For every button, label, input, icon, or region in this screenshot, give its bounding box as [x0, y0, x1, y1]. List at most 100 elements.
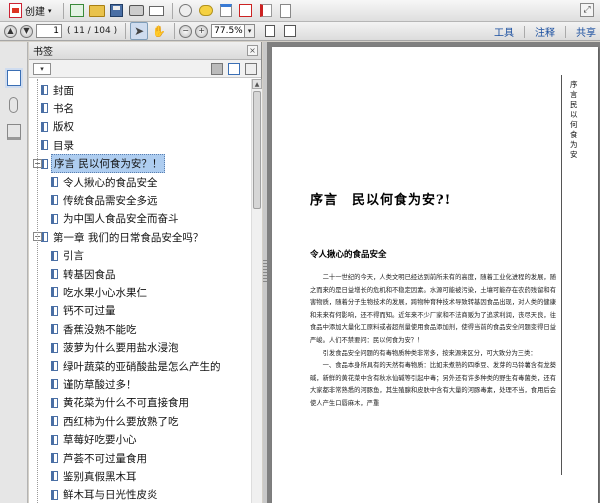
minus-icon: −	[182, 26, 189, 35]
bookmark-label: 香蕉没熟不能吃	[63, 323, 137, 336]
bookmark-tree: 封面 书名 版权 目录 序言 民以何食为安？！ − 令人揪心的食品安全 传统食品需安全多远 为中…	[29, 79, 251, 503]
zoom-level-input[interactable]	[211, 24, 246, 38]
form-button[interactable]	[277, 2, 295, 20]
zoom-out-button[interactable]: −	[179, 24, 193, 38]
panel-header: 书签 ×	[29, 42, 261, 60]
bookmark-item[interactable]: 鉴别真假黑木耳	[51, 467, 139, 485]
secure-button[interactable]	[257, 2, 275, 20]
attachment-paperclip-icon[interactable]	[9, 97, 18, 113]
hand-tool-button[interactable]: ✋	[150, 22, 168, 40]
plus-icon: +	[198, 26, 205, 35]
tools-link[interactable]: 工具	[494, 24, 514, 39]
gear-icon	[179, 4, 193, 17]
previous-page-button[interactable]: ▲	[4, 24, 17, 38]
bookmark-item[interactable]: 第一章 我们的日常食品安全吗？	[41, 228, 205, 246]
bookmark-options-button[interactable]: ▾	[33, 62, 51, 75]
scrollbar-thumb[interactable]	[253, 91, 261, 209]
bookmark-item[interactable]: 版权	[41, 118, 76, 136]
delete-bookmark-icon[interactable]	[211, 63, 223, 75]
scroll-up-icon[interactable]: ▲	[252, 79, 262, 89]
section-heading: 令人揪心的食品安全	[310, 250, 387, 260]
bookmark-icon	[51, 397, 58, 408]
bookmark-item[interactable]: 引言	[51, 247, 86, 265]
bookmark-icon	[51, 195, 58, 206]
close-icon: ×	[249, 46, 256, 55]
close-panel-button[interactable]: ×	[247, 45, 258, 56]
select-tool-button[interactable]: ➤	[130, 22, 149, 40]
bookmark-label: 绿叶蔬菜的亚硝酸盐是怎么产生的	[63, 360, 221, 373]
bookmark-label: 黄花菜为什么不可直接食用	[63, 397, 189, 410]
bookmark-item[interactable]: 绿叶蔬菜的亚硝酸盐是怎么产生的	[51, 357, 223, 375]
body-paragraph: 一、食品本身所具有的天然有毒物质：比如未煮熟的四季豆、发芽的马铃薯含有龙葵碱，新…	[310, 362, 556, 407]
bookmark-item[interactable]: 传统食品需安全多远	[51, 191, 160, 209]
bookmark-item[interactable]: 菠萝为什么要用盐水浸泡	[51, 339, 181, 357]
new-bookmark-icon[interactable]	[228, 63, 240, 75]
bookmark-label: 第一章 我们的日常食品安全吗？	[53, 231, 204, 244]
create-label: 创建	[25, 7, 45, 18]
bookmarks-scrollbar[interactable]: ▲	[251, 79, 262, 503]
fit-page-button[interactable]	[261, 22, 279, 40]
fit-width-button[interactable]	[281, 22, 299, 40]
toolbar-divider	[125, 23, 127, 39]
bookmark-icon	[51, 324, 58, 335]
bookmark-label: 序言 民以何食为安？！	[51, 154, 166, 174]
bookmark-item[interactable]: 转基因食品	[51, 265, 118, 283]
bookmark-icon	[41, 232, 48, 243]
signature-icon[interactable]	[7, 124, 21, 140]
cursor-arrow-icon: ➤	[134, 24, 145, 38]
bookmark-item[interactable]: 书名	[41, 99, 76, 117]
arrow-up-icon: ▲	[7, 26, 14, 35]
bookmark-icon	[41, 103, 48, 114]
bookmark-item[interactable]: 令人揪心的食品安全	[51, 173, 160, 191]
email-button[interactable]	[148, 2, 166, 20]
bookmark-label: 菠萝为什么要用盐水浸泡	[63, 342, 179, 355]
comment-button[interactable]	[197, 2, 215, 20]
open-button[interactable]	[88, 2, 106, 20]
zoom-dropdown-button[interactable]: ▾	[245, 24, 256, 38]
chevron-down-icon: ▾	[48, 6, 52, 15]
next-page-button[interactable]: ▼	[20, 24, 33, 38]
bookmark-icon	[41, 140, 48, 151]
bookmark-icon	[51, 416, 58, 427]
share-link[interactable]: 共享	[576, 24, 596, 39]
document-viewport[interactable]: 序言 民以何食为安 序言 民以何食为安?! 令人揪心的食品安全 二十一世纪的今天…	[267, 42, 600, 503]
bookmarks-panel-icon[interactable]	[7, 70, 21, 86]
bookmark-icon	[51, 471, 58, 482]
bookmark-icon	[41, 158, 48, 169]
bookmark-item[interactable]: 草莓好吃要小心	[51, 431, 139, 449]
expand-icon: ⤢	[583, 5, 591, 15]
settings-button[interactable]	[177, 2, 195, 20]
expand-window-button[interactable]: ⤢	[580, 3, 594, 17]
bookmark-item[interactable]: 西红柿为什么要放熟了吃	[51, 412, 181, 430]
save-button[interactable]	[108, 2, 126, 20]
bookmark-icon	[51, 434, 58, 445]
bookmark-label: 西红柿为什么要放熟了吃	[63, 415, 179, 428]
bookmark-item[interactable]: 序言 民以何食为安？！	[41, 154, 166, 174]
zoom-in-button[interactable]: +	[195, 24, 209, 38]
expand-bookmark-icon[interactable]	[245, 63, 257, 75]
bookmark-icon	[51, 361, 58, 371]
comment-link[interactable]: 注释	[535, 24, 555, 39]
create-button[interactable]: 创建 ▾	[4, 2, 57, 20]
body-paragraph: 二十一世纪的今天，人类文明已经达到前所未有的高度，随着工业化进程的发展，随之而来…	[310, 274, 556, 344]
bookmark-item[interactable]: 芦荟不可过量食用	[51, 449, 149, 467]
mail-icon	[149, 5, 165, 16]
stamp-button[interactable]	[237, 2, 255, 20]
running-header-rule	[561, 75, 562, 475]
bookmark-icon	[41, 121, 48, 132]
print-button[interactable]	[128, 2, 146, 20]
toolbar-divider	[62, 2, 64, 19]
bookmark-item[interactable]: 封面	[41, 81, 76, 99]
sign-button[interactable]	[217, 2, 235, 20]
bookmark-item[interactable]: 目录	[41, 136, 76, 154]
page-number-input[interactable]	[36, 24, 62, 38]
bookmark-item[interactable]: 黄花菜为什么不可直接食用	[51, 394, 191, 412]
bookmark-item[interactable]: 谨防草酸过多！	[51, 375, 139, 393]
bookmark-item[interactable]: 吃水果小心水果仁	[51, 283, 149, 301]
combine-button[interactable]	[68, 2, 86, 20]
bookmark-item[interactable]: 为中国人食品安全而奋斗	[51, 210, 181, 228]
bookmark-item[interactable]: 鲜木耳与日光性皮炎	[51, 486, 160, 503]
panel-title: 书签	[33, 47, 53, 58]
bookmark-item[interactable]: 钙不可过量	[51, 302, 118, 320]
bookmark-item[interactable]: 香蕉没熟不能吃	[51, 320, 139, 338]
